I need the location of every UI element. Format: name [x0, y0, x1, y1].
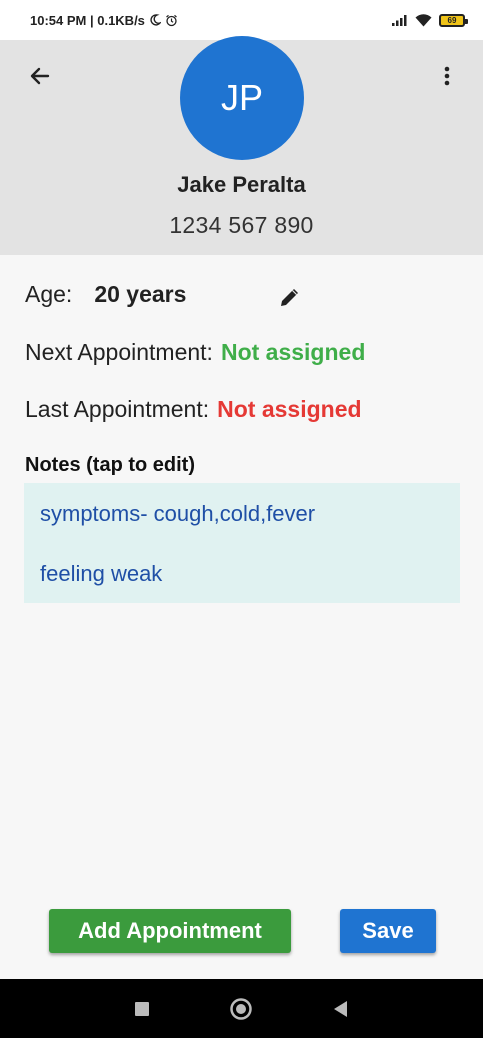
avatar-initials: JP — [220, 77, 263, 118]
wifi-icon — [415, 13, 432, 27]
next-appointment-row: Next Appointment: Not assigned — [25, 339, 365, 366]
alarm-icon — [165, 14, 178, 27]
status-bar: 10:54 PM | 0.1KB/s 69 — [0, 0, 483, 40]
status-left: 10:54 PM | 0.1KB/s — [30, 13, 178, 28]
age-label: Age: — [25, 281, 73, 307]
age-row: Age: 20 years — [25, 281, 186, 308]
contact-phone: 1234 567 890 — [169, 212, 314, 238]
save-button[interactable]: Save — [340, 909, 436, 953]
avatar: JP — [180, 36, 304, 160]
add-appointment-button[interactable]: Add Appointment — [49, 909, 291, 953]
home-button[interactable] — [227, 995, 255, 1023]
last-appointment-row: Last Appointment: Not assigned — [25, 396, 362, 423]
notes-label: Notes (tap to edit) — [25, 454, 195, 476]
pencil-icon — [281, 289, 298, 306]
contact-header: JP Jake Peralta 1234 567 890 — [0, 36, 483, 255]
moon-icon — [149, 14, 161, 26]
battery-level: 69 — [447, 15, 457, 25]
recents-button[interactable] — [128, 995, 156, 1023]
status-time: 10:54 PM | 0.1KB/s — [30, 12, 145, 28]
system-nav-bar — [0, 979, 483, 1038]
back-button[interactable] — [24, 60, 56, 92]
square-icon — [135, 1002, 149, 1016]
next-appointment-value: Not assigned — [220, 339, 366, 365]
edit-age-button[interactable] — [276, 283, 304, 311]
contact-name: Jake Peralta — [177, 172, 306, 197]
age-value: 20 years — [94, 281, 187, 307]
arrow-left-icon — [30, 67, 50, 85]
battery-icon: 69 — [439, 13, 468, 27]
signal-icon — [392, 14, 408, 26]
next-appointment-label: Next Appointment: — [25, 339, 213, 365]
notes-line: feeling weak — [40, 561, 163, 586]
more-vert-icon — [444, 66, 450, 86]
back-nav-button[interactable] — [327, 995, 355, 1023]
notes-field[interactable]: symptoms- cough,cold,fever feeling weak — [24, 483, 460, 603]
circle-icon — [230, 998, 252, 1020]
last-appointment-value: Not assigned — [217, 396, 362, 422]
last-appointment-label: Last Appointment: — [25, 396, 210, 422]
more-options-button[interactable] — [435, 60, 459, 92]
notes-line: symptoms- cough,cold,fever — [40, 501, 316, 526]
status-right: 69 — [392, 13, 468, 27]
triangle-left-icon — [334, 1001, 347, 1017]
